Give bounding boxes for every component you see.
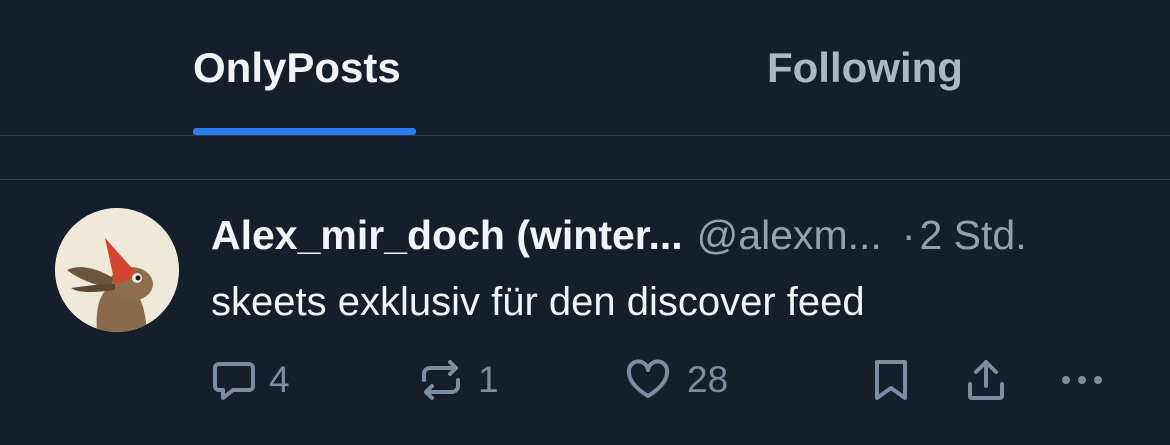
repost-count: 1 xyxy=(478,359,499,400)
feed-tab-bar: OnlyPosts Following xyxy=(0,0,1170,136)
avatar-image xyxy=(55,208,179,332)
more-icon xyxy=(1062,376,1102,384)
bookmark-icon xyxy=(875,360,907,400)
repost-button[interactable]: 1 xyxy=(418,358,499,402)
post-timestamp[interactable]: 2 Std. xyxy=(919,212,1026,258)
heart-icon xyxy=(626,359,670,398)
more-options-button[interactable] xyxy=(1058,358,1106,402)
tab-onlyposts[interactable]: OnlyPosts xyxy=(193,40,401,96)
post-text: skeets exklusiv für den discover feed xyxy=(211,280,865,324)
post-header: Alex_mir_doch (winter... @alexm... ·2 Std. xyxy=(211,210,1027,260)
avatar[interactable] xyxy=(55,208,179,332)
bookmark-button[interactable] xyxy=(871,358,911,402)
active-tab-indicator xyxy=(193,128,416,135)
reply-icon xyxy=(213,362,255,400)
reply-button[interactable]: 4 xyxy=(211,358,290,402)
post-card[interactable]: Alex_mir_doch (winter... @alexm... ·2 Std.… xyxy=(0,180,1170,445)
reply-count: 4 xyxy=(269,359,290,400)
like-button[interactable]: 28 xyxy=(625,358,728,402)
like-count: 28 xyxy=(687,359,729,400)
share-button[interactable] xyxy=(964,358,1008,402)
tab-following[interactable]: Following xyxy=(767,40,963,96)
meta-separator: · xyxy=(901,212,916,258)
author-display-name[interactable]: Alex_mir_doch (winter... xyxy=(211,212,683,258)
repost-icon xyxy=(422,360,460,400)
author-handle[interactable]: @alexm... xyxy=(697,212,882,258)
share-icon xyxy=(968,360,1004,400)
